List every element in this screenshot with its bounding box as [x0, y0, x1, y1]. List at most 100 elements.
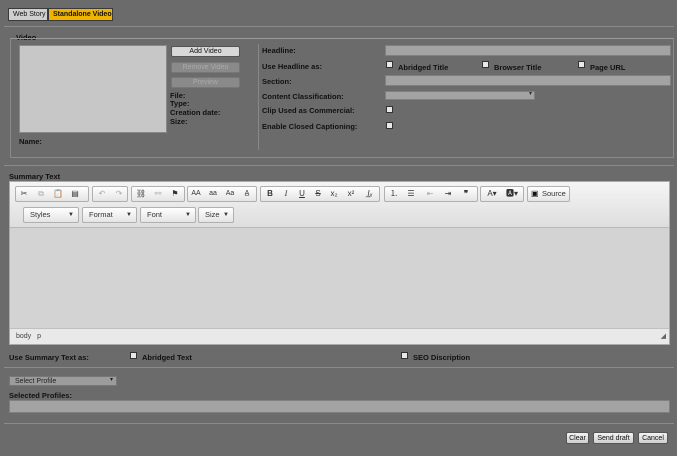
content-classification-select[interactable]: ▾: [385, 91, 535, 100]
chevron-down-icon: ▼: [68, 212, 74, 218]
paste-icon[interactable]: 📋: [51, 188, 65, 200]
size-dropdown-label: Size: [205, 210, 220, 219]
anchor-flag-icon[interactable]: ⚑: [168, 188, 182, 200]
bullet-list-icon[interactable]: ☰: [404, 188, 418, 200]
color-group: A▾ 🅰▾: [480, 186, 524, 202]
uppercase-icon[interactable]: AA: [189, 188, 203, 200]
font-label: Font: [147, 210, 163, 219]
remove-format-icon[interactable]: I̲ₓ: [363, 188, 377, 200]
italic-icon[interactable]: I: [279, 188, 293, 200]
browser-title-label: Browser Title: [494, 63, 542, 72]
copy-icon[interactable]: ⧉: [34, 188, 48, 200]
element-path-body[interactable]: body: [16, 333, 31, 340]
select-profile-dropdown[interactable]: Select Profile ▾: [9, 376, 117, 386]
preview-button[interactable]: Preview: [171, 77, 240, 88]
resize-handle-icon[interactable]: ◢: [661, 329, 666, 344]
styles-dropdown[interactable]: Styles ▼: [23, 207, 79, 223]
source-group: ▣ Source: [527, 186, 570, 202]
abridged-title-label: Abridged Title: [398, 63, 449, 72]
tab-standalone-video[interactable]: Standalone Video: [48, 8, 113, 21]
styles-label: Styles: [30, 210, 51, 219]
editor-toolbar: ✂ ⧉ 📋 ▤ ↶ ↷ ⛓ ⚯ ⚑ AA aa Aa A̲ B I U S x₂…: [10, 182, 669, 228]
headline-input[interactable]: [385, 45, 671, 56]
cut-icon[interactable]: ✂: [17, 188, 31, 200]
cancel-button[interactable]: Cancel: [638, 432, 668, 444]
selected-profiles-label: Selected Profiles:: [9, 391, 72, 400]
chevron-down-icon: ▼: [185, 212, 191, 218]
clipboard-group: ✂ ⧉ 📋 ▤: [15, 186, 89, 202]
name-label: Name:: [19, 137, 42, 146]
spellcheck-icon[interactable]: A̲: [240, 188, 254, 200]
editor-content-area[interactable]: [10, 228, 669, 328]
link-icon[interactable]: ⛓: [134, 188, 148, 200]
tab-web-story[interactable]: Web Story: [8, 8, 48, 21]
page-url-checkbox[interactable]: [578, 61, 585, 68]
size-dropdown[interactable]: Size ▼: [198, 207, 234, 223]
divider: [4, 423, 674, 424]
chevron-down-icon: ▼: [223, 212, 229, 218]
abridged-text-label: Abridged Text: [142, 353, 192, 362]
case-group: AA aa Aa A̲: [187, 186, 257, 202]
background-color-icon[interactable]: 🅰▾: [503, 188, 521, 200]
bold-icon[interactable]: B: [263, 188, 277, 200]
underline-icon[interactable]: U: [295, 188, 309, 200]
element-path-p[interactable]: p: [37, 333, 41, 340]
use-headline-label: Use Headline as:: [262, 62, 323, 71]
redo-icon[interactable]: ↷: [112, 188, 126, 200]
column-divider: [258, 44, 259, 150]
selected-profiles-box[interactable]: [9, 400, 670, 413]
paste-text-icon[interactable]: ▤: [68, 188, 82, 200]
chevron-down-icon: ▾: [528, 91, 532, 97]
use-summary-label: Use Summary Text as:: [9, 353, 89, 362]
section-input[interactable]: [385, 75, 671, 86]
source-button[interactable]: Source: [542, 188, 566, 200]
clear-button[interactable]: Clear: [566, 432, 589, 444]
size-label: Size:: [170, 117, 188, 126]
browser-title-checkbox[interactable]: [482, 61, 489, 68]
numbered-list-icon[interactable]: ⒈: [387, 188, 401, 200]
section-label: Section:: [262, 77, 292, 86]
remove-video-button[interactable]: Remove Video: [171, 62, 240, 73]
subscript-icon[interactable]: x₂: [327, 188, 341, 200]
titlecase-icon[interactable]: Aa: [223, 188, 237, 200]
outdent-icon[interactable]: ⇤: [423, 188, 437, 200]
editor-status-bar: body p ◢: [10, 328, 669, 344]
seo-description-label: SEO Discription: [413, 353, 471, 362]
commercial-checkbox[interactable]: [386, 106, 393, 113]
send-draft-button[interactable]: Send draft: [593, 432, 634, 444]
abridged-title-checkbox[interactable]: [386, 61, 393, 68]
abridged-text-checkbox[interactable]: [130, 352, 137, 359]
chevron-down-icon: ▼: [126, 212, 132, 218]
divider: [4, 26, 674, 27]
strikethrough-icon[interactable]: S: [311, 188, 325, 200]
creation-date-label: Creation date:: [170, 108, 221, 117]
format-group: B I U S x₂ x² I̲ₓ: [260, 186, 380, 202]
undo-group: ↶ ↷: [92, 186, 128, 202]
page-url-label: Page URL: [590, 63, 626, 72]
font-dropdown[interactable]: Font ▼: [140, 207, 196, 223]
content-classification-label: Content Classification:: [262, 92, 344, 101]
rich-text-editor: ✂ ⧉ 📋 ▤ ↶ ↷ ⛓ ⚯ ⚑ AA aa Aa A̲ B I U S x₂…: [9, 181, 670, 345]
list-group: ⒈ ☰ ⇤ ⇥ ❞: [384, 186, 478, 202]
unlink-icon[interactable]: ⚯: [151, 188, 165, 200]
seo-description-checkbox[interactable]: [401, 352, 408, 359]
add-video-button[interactable]: Add Video: [171, 46, 240, 57]
divider: [4, 367, 674, 368]
undo-icon[interactable]: ↶: [95, 188, 109, 200]
commercial-label: Clip Used as Commercial:: [262, 106, 355, 115]
headline-label: Headline:: [262, 46, 296, 55]
type-label: Type:: [170, 99, 190, 108]
text-color-icon[interactable]: A▾: [483, 188, 501, 200]
blockquote-icon[interactable]: ❞: [459, 188, 473, 200]
lowercase-icon[interactable]: aa: [206, 188, 220, 200]
divider: [4, 165, 674, 166]
summary-text-label: Summary Text: [9, 172, 61, 181]
closed-captioning-label: Enable Closed Captioning:: [262, 122, 358, 131]
format-label: Format: [89, 210, 113, 219]
chevron-down-icon: ▾: [109, 377, 113, 383]
superscript-icon[interactable]: x²: [344, 188, 358, 200]
indent-icon[interactable]: ⇥: [441, 188, 455, 200]
format-dropdown[interactable]: Format ▼: [82, 207, 137, 223]
closed-captioning-checkbox[interactable]: [386, 122, 393, 129]
source-icon: ▣: [531, 189, 539, 198]
